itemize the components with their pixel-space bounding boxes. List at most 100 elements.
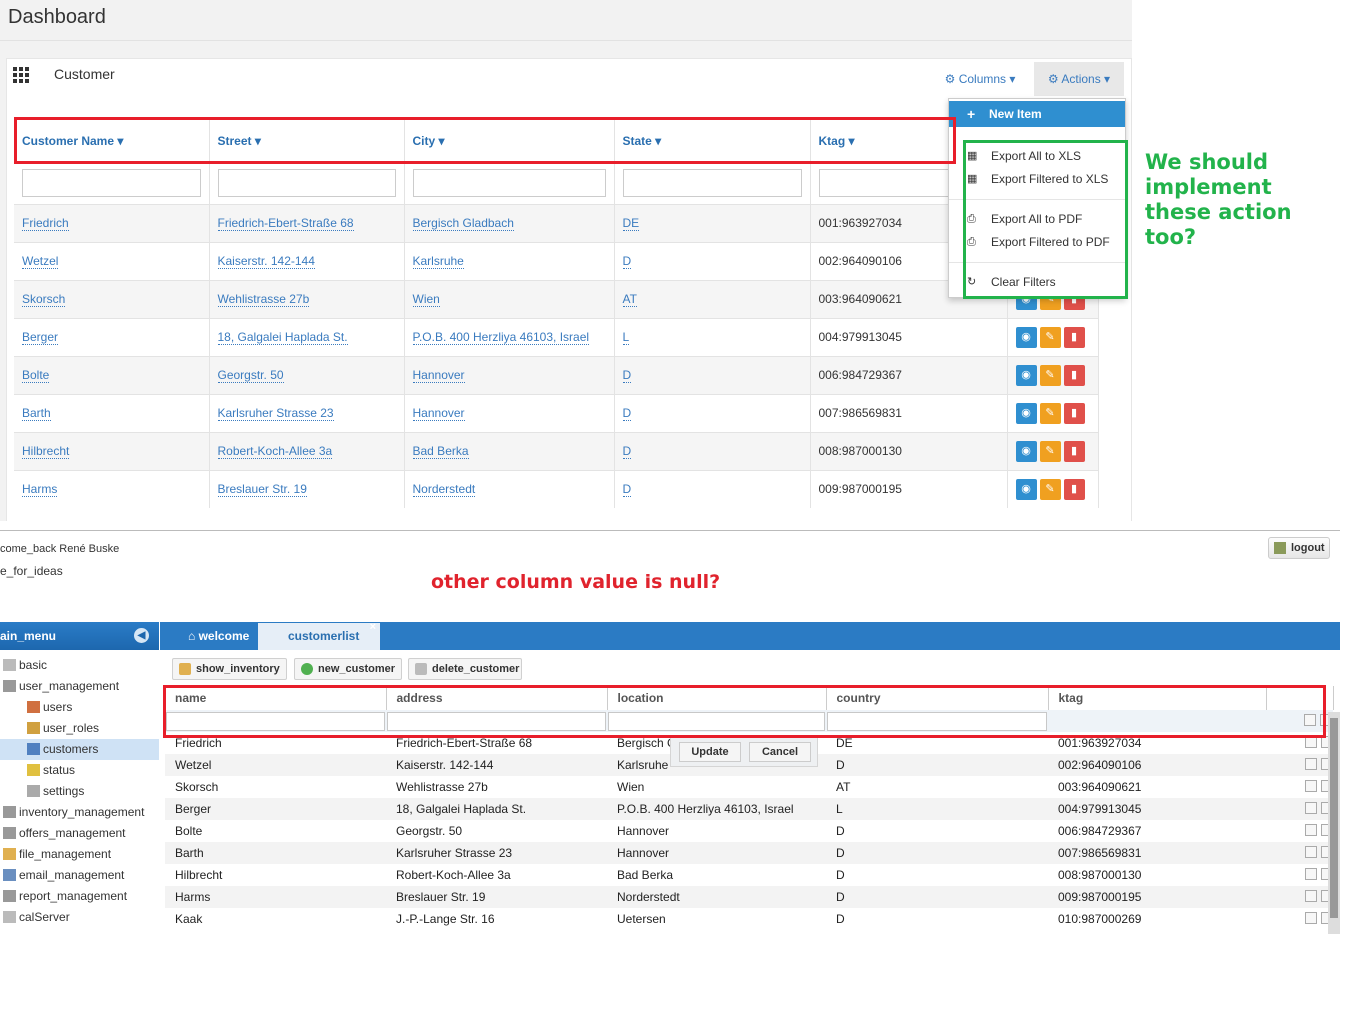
view-icon[interactable]: ◉ <box>1015 326 1037 348</box>
vertical-scrollbar[interactable] <box>1328 712 1340 934</box>
grid-row[interactable]: Kaak J.-P.-Lange Str. 16 Uetersen D 010:9870… <box>165 908 1333 930</box>
grid-row[interactable]: Skorsch Wehlistrasse 27b Wien AT 003:9640906… <box>165 776 1333 798</box>
cell-link[interactable]: Wien <box>412 292 440 307</box>
edit-icon[interactable]: ✎ <box>1039 440 1061 462</box>
filter-input[interactable] <box>622 169 802 197</box>
tab-customerlist[interactable]: customerlist × <box>258 621 380 650</box>
cell-link[interactable]: AT <box>622 292 637 307</box>
new-item-menu-item[interactable]: + New Item <box>949 101 1125 127</box>
menu-item-settings[interactable]: settings <box>0 781 159 802</box>
cell-link[interactable]: Friedrich-Ebert-Straße 68 <box>217 216 354 231</box>
columns-button[interactable]: ⚙ Columns ▾ <box>936 62 1024 96</box>
cell-link[interactable]: Harms <box>22 482 58 498</box>
cell-link[interactable]: Hilbrecht <box>22 444 70 459</box>
grid-row[interactable]: Berger 18, Galgalei Haplada St. P.O.B. 400… <box>165 798 1333 820</box>
view-icon[interactable]: ◉ <box>1015 478 1037 500</box>
edit-icon[interactable]: ✎ <box>1039 364 1061 386</box>
edit-icon[interactable] <box>1305 823 1317 836</box>
cell-link[interactable]: D <box>622 368 632 383</box>
menu-item-inventory-management[interactable]: inventory_management <box>0 802 159 823</box>
edit-icon[interactable] <box>1305 757 1317 770</box>
cell-link[interactable]: Robert-Koch-Allee 3a <box>217 444 333 459</box>
menu-item-report-management[interactable]: report_management <box>0 886 159 907</box>
folder-icon <box>3 659 16 671</box>
menu-item-file-management[interactable]: file_management <box>0 844 159 865</box>
menu-item-status[interactable]: status <box>0 760 159 781</box>
new-customer-button[interactable]: new_customer <box>294 658 402 680</box>
view-icon[interactable]: ◉ <box>1015 440 1037 462</box>
cell-link[interactable]: D <box>622 254 632 269</box>
filter-input[interactable] <box>412 169 606 197</box>
cell-link[interactable]: Hannover <box>412 406 465 421</box>
cell-link[interactable]: Bad Berka <box>412 444 469 459</box>
cell-link[interactable]: Norderstedt <box>412 482 476 498</box>
customer-table: Customer Name ▾ Street ▾ City ▾ State ▾ … <box>14 120 1099 508</box>
delete-icon[interactable]: ▮ <box>1063 364 1085 386</box>
edit-icon[interactable]: ✎ <box>1039 402 1061 424</box>
tab-welcome[interactable]: ⌂ welcome <box>170 623 255 650</box>
edit-icon[interactable] <box>1305 845 1317 858</box>
grid-row[interactable]: Barth Karlsruher Strasse 23 Hannover D 007:9… <box>165 842 1333 864</box>
grid-row[interactable]: Harms Breslauer Str. 19 Norderstedt D 009:98… <box>165 886 1333 908</box>
delete-icon[interactable]: ▮ <box>1063 402 1085 424</box>
menu-item-customers[interactable]: customers <box>0 739 159 760</box>
edit-icon[interactable] <box>1305 889 1317 902</box>
cell-link[interactable]: 18, Galgalei Haplada St. <box>217 330 348 345</box>
cell-link[interactable]: Karlsruher Strasse 23 <box>217 406 334 421</box>
edit-icon[interactable] <box>1305 801 1317 814</box>
cell-link[interactable]: Georgstr. 50 <box>217 368 284 383</box>
cell-link[interactable]: DE <box>622 216 640 231</box>
show-inventory-button[interactable]: show_inventory <box>172 658 287 680</box>
cell-link[interactable]: D <box>622 444 632 459</box>
grid-cell: Hannover <box>617 846 670 860</box>
filter-input[interactable] <box>22 169 201 197</box>
table-row: Skorsch Wehlistrasse 27b Wien AT 003:9640906… <box>14 280 1099 318</box>
cell-link[interactable]: Kaiserstr. 142-144 <box>217 254 315 269</box>
close-icon[interactable]: × <box>370 614 376 641</box>
menu-item-user-management[interactable]: user_management <box>0 676 159 697</box>
edit-icon[interactable] <box>1305 779 1317 792</box>
menu-item-basic[interactable]: basic <box>0 655 159 676</box>
collapse-icon[interactable]: ◀ <box>134 628 149 643</box>
menu-item-user-roles[interactable]: user_roles <box>0 718 159 739</box>
menu-item-calServer[interactable]: calServer <box>0 907 159 928</box>
grid-cell: D <box>836 912 845 926</box>
delete-icon[interactable]: ▮ <box>1063 440 1085 462</box>
cell-link[interactable]: Breslauer Str. 19 <box>217 482 307 498</box>
menu-item-users[interactable]: users <box>0 697 159 718</box>
grid-row[interactable]: Hilbrecht Robert-Koch-Allee 3a Bad Berka D 0… <box>165 864 1333 886</box>
cell-link[interactable]: Barth <box>22 406 51 421</box>
delete-customer-button[interactable]: delete_customer <box>408 658 522 680</box>
delete-icon[interactable]: ▮ <box>1063 326 1085 348</box>
cell-link[interactable]: Karlsruhe <box>412 254 464 269</box>
ideas-link[interactable]: e_for_ideas <box>0 564 63 578</box>
cell-link[interactable]: Wehlistrasse 27b <box>217 292 310 307</box>
menu-item-offers-management[interactable]: offers_management <box>0 823 159 844</box>
grid-row[interactable]: Bolte Georgstr. 50 Hannover D 006:984729367 <box>165 820 1333 842</box>
view-icon[interactable]: ◉ <box>1015 402 1037 424</box>
cell-link[interactable]: Hannover <box>412 368 465 383</box>
cell-link[interactable]: Bolte <box>22 368 50 383</box>
cell-link[interactable]: Berger <box>22 330 59 345</box>
update-button[interactable]: Update <box>679 742 741 762</box>
cell-link[interactable]: P.O.B. 400 Herzliya 46103, Israel <box>412 330 590 345</box>
filter-input[interactable] <box>217 169 396 197</box>
actions-button[interactable]: ⚙ Actions ▾ <box>1034 62 1124 96</box>
cell-link[interactable]: Bergisch Gladbach <box>412 216 514 231</box>
cancel-button[interactable]: Cancel <box>749 742 811 762</box>
cell-link[interactable]: L <box>622 330 630 345</box>
logout-button[interactable]: logout <box>1268 537 1330 559</box>
cell-link[interactable]: Skorsch <box>22 292 66 307</box>
cell-link[interactable]: Wetzel <box>22 254 59 269</box>
grid-cell: Uetersen <box>617 912 666 926</box>
view-icon[interactable]: ◉ <box>1015 364 1037 386</box>
edit-icon[interactable]: ✎ <box>1039 478 1061 500</box>
cell-link[interactable]: D <box>622 482 632 498</box>
edit-icon[interactable] <box>1305 867 1317 880</box>
edit-icon[interactable]: ✎ <box>1039 326 1061 348</box>
cell-link[interactable]: Friedrich <box>22 216 69 231</box>
menu-item-email-management[interactable]: email_management <box>0 865 159 886</box>
edit-icon[interactable] <box>1305 911 1317 924</box>
delete-icon[interactable]: ▮ <box>1063 478 1085 500</box>
cell-link[interactable]: D <box>622 406 632 421</box>
